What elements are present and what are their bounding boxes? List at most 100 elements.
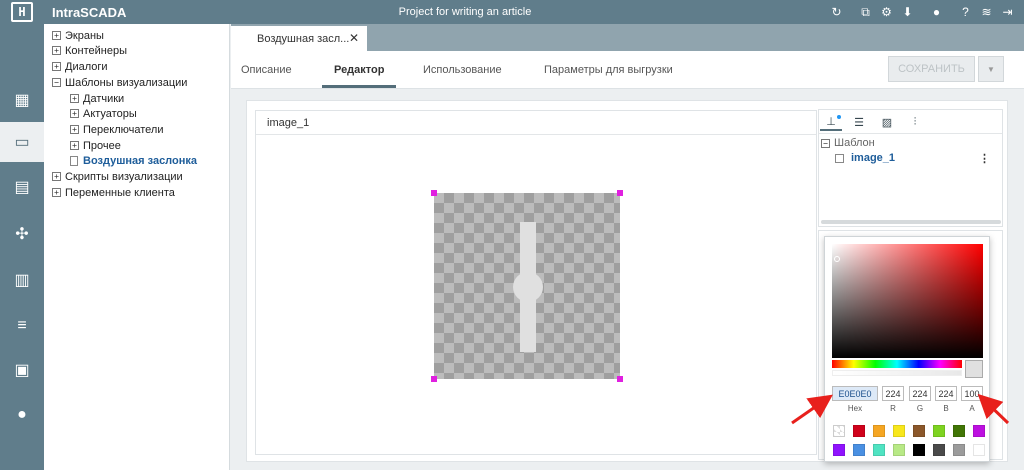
top-toolbar: ↻ ⧉ ⚙ ⬇ ● ? ≋ ⇥ — [826, 0, 1018, 24]
alpha-input[interactable] — [961, 386, 983, 401]
green-label: G — [916, 404, 924, 413]
monitor-icon[interactable]: ▭ — [0, 122, 44, 162]
color-swatch[interactable] — [853, 444, 865, 456]
puzzle-icon[interactable]: ✣ — [0, 214, 44, 254]
expand-icon[interactable]: + — [52, 62, 61, 71]
image-element[interactable] — [434, 193, 620, 379]
color-swatch[interactable] — [973, 425, 985, 437]
expand-icon[interactable]: + — [52, 31, 61, 40]
color-swatch[interactable] — [933, 425, 945, 437]
download-icon[interactable]: ⬇ — [897, 5, 918, 19]
expand-icon[interactable]: + — [70, 94, 79, 103]
tree-item-label: Экраны — [65, 29, 104, 42]
help-icon[interactable]: ? — [955, 5, 976, 19]
color-swatch[interactable] — [833, 444, 845, 456]
tab-export-params[interactable]: Параметры для выгрузки — [544, 64, 673, 76]
alpha-slider[interactable] — [832, 370, 962, 376]
close-icon[interactable]: ✕ — [349, 31, 359, 45]
expand-icon[interactable]: + — [70, 141, 79, 150]
expand-icon[interactable]: + — [70, 125, 79, 134]
file-icon — [70, 155, 78, 166]
color-swatch[interactable] — [973, 444, 985, 456]
collapse-icon[interactable]: − — [52, 78, 61, 87]
color-swatch[interactable] — [893, 425, 905, 437]
tab-list[interactable]: ☰ — [848, 113, 870, 131]
alpha-label: A — [969, 404, 975, 413]
expand-icon[interactable]: + — [52, 46, 61, 55]
resize-handle-top-right[interactable] — [617, 190, 623, 196]
expand-icon[interactable]: + — [52, 172, 61, 181]
tree-item-dialogs[interactable]: + Диалоги — [52, 59, 108, 74]
logout-icon[interactable]: ⇥ — [997, 5, 1018, 19]
tree-item-sensors[interactable]: + Датчики — [70, 91, 124, 106]
color-swatch[interactable] — [873, 425, 885, 437]
chart-icon[interactable]: ▥ — [0, 260, 44, 300]
tree-item-scripts[interactable]: + Скрипты визуализации — [52, 169, 183, 184]
user-icon[interactable]: ● — [0, 395, 44, 435]
refresh-icon[interactable]: ↻ — [826, 5, 847, 19]
tree-item-templates[interactable]: − Шаблоны визуализации — [52, 75, 187, 90]
tree-item-client-vars[interactable]: + Переменные клиента — [52, 185, 175, 200]
canvas-panel: image_1 — [255, 110, 817, 455]
export-icon[interactable]: ⧉ — [855, 5, 876, 20]
tab-editor[interactable]: Редактор — [321, 64, 398, 88]
device-icon[interactable]: ▦ — [0, 80, 44, 120]
hue-slider[interactable] — [832, 360, 962, 368]
chevron-down-icon: ▼ — [987, 64, 995, 74]
tab-preview[interactable]: ▨ — [876, 113, 898, 131]
inspector-scrollbar[interactable] — [821, 220, 1001, 224]
bug-icon[interactable]: ● — [926, 5, 947, 19]
tree-item-switches[interactable]: + Переключатели — [70, 122, 163, 137]
database-icon[interactable]: ≡ — [0, 306, 44, 346]
tab-settings[interactable]: ⫶ — [904, 113, 926, 131]
tab-description[interactable]: Описание — [241, 64, 292, 76]
layer-item-image1[interactable]: image_1 — [835, 152, 895, 164]
tab-label: Воздушная засл... — [257, 32, 350, 45]
template-section[interactable]: − Шаблон — [821, 137, 875, 149]
color-swatch[interactable] — [873, 444, 885, 456]
resize-handle-bottom-left[interactable] — [431, 376, 437, 382]
save-button[interactable]: СОХРАНИТЬ — [888, 56, 975, 82]
tab-air-damper[interactable]: Воздушная засл... ✕ — [231, 26, 367, 51]
collapse-icon[interactable]: − — [821, 138, 830, 148]
resize-handle-top-left[interactable] — [431, 190, 437, 196]
canvas-title: image_1 — [256, 111, 816, 135]
wifi-icon[interactable]: ≋ — [976, 5, 997, 19]
blue-input[interactable] — [935, 386, 957, 401]
tree-item-air-damper[interactable]: Воздушная заслонка — [70, 153, 197, 168]
tab-structure[interactable]: ⊥ — [820, 113, 842, 131]
tree-item-label: Актуаторы — [83, 107, 137, 120]
color-swatch[interactable] — [913, 425, 925, 437]
tree-item-label: Воздушная заслонка — [83, 154, 198, 167]
color-swatch[interactable] — [853, 425, 865, 437]
printer-icon[interactable]: ▣ — [0, 350, 44, 390]
saturation-value-area[interactable] — [832, 244, 983, 358]
expand-icon[interactable]: + — [52, 188, 61, 197]
more-menu-icon[interactable]: ⋮ — [979, 152, 990, 165]
tree-item-actuators[interactable]: + Актуаторы — [70, 106, 137, 121]
hex-label: Hex — [847, 404, 863, 413]
color-swatch[interactable] — [953, 444, 965, 456]
resize-handle-bottom-right[interactable] — [617, 376, 623, 382]
green-input[interactable] — [909, 386, 931, 401]
color-swatch[interactable] — [913, 444, 925, 456]
hex-input[interactable] — [832, 386, 878, 401]
color-swatch[interactable] — [893, 444, 905, 456]
color-swatch[interactable] — [833, 425, 845, 437]
red-input[interactable] — [882, 386, 904, 401]
color-picker-popup: Hex R G B A — [824, 236, 990, 462]
expand-icon[interactable]: + — [70, 109, 79, 118]
tree-item-screens[interactable]: + Экраны — [52, 28, 104, 43]
tree-item-label: Диалоги — [65, 60, 108, 73]
tree-item-label: Датчики — [83, 92, 125, 105]
gear-icon[interactable]: ⚙ — [876, 5, 897, 19]
color-swatch[interactable] — [953, 425, 965, 437]
document-icon[interactable]: ▤ — [0, 167, 44, 207]
tree-item-other[interactable]: + Прочее — [70, 138, 121, 153]
tab-usage[interactable]: Использование — [423, 64, 502, 76]
save-dropdown-button[interactable]: ▼ — [978, 56, 1004, 82]
sv-marker[interactable] — [834, 256, 840, 262]
top-bar: H IntraSCADA Project for writing an arti… — [0, 0, 1024, 24]
tree-item-containers[interactable]: + Контейнеры — [52, 43, 127, 58]
color-swatch[interactable] — [933, 444, 945, 456]
